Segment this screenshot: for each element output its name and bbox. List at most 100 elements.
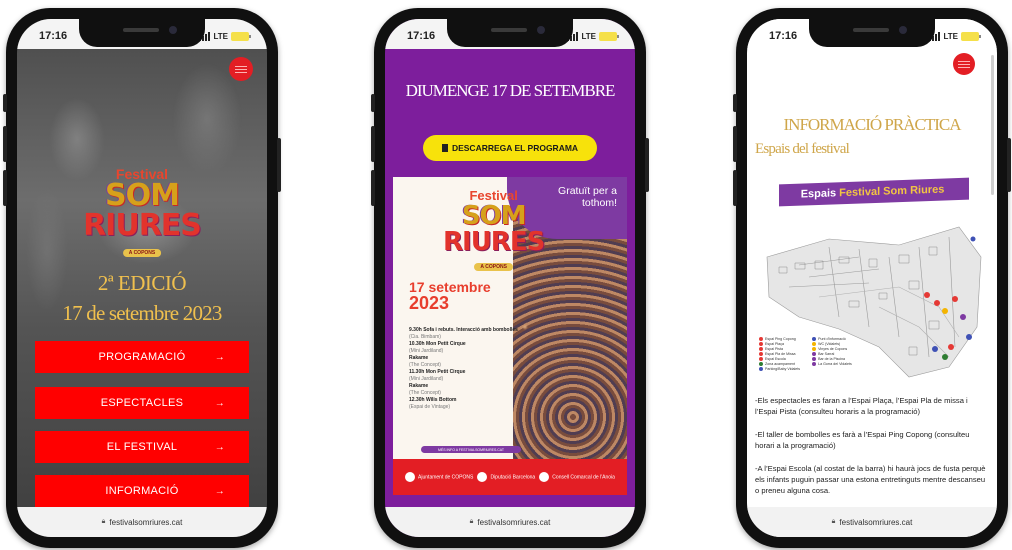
map-marker — [942, 354, 948, 360]
logo-som-text: SOM — [105, 178, 180, 213]
carrier-label: LTE — [581, 31, 596, 41]
festival-badge-icon[interactable] — [229, 57, 253, 81]
url-bar[interactable]: 🔒︎ festivalsomriures.cat — [385, 507, 635, 537]
notch — [79, 19, 205, 47]
carrier-label: LTE — [213, 31, 228, 41]
logo-riures-text: RIURES — [443, 227, 545, 257]
map-marker — [934, 300, 940, 306]
legend-column-right: Punt d'informació WC (Vidalets) Vinyes d… — [812, 337, 852, 372]
power-button — [277, 138, 281, 192]
info-paragraph: -Els espectacles es faran a l’Espai Plaç… — [755, 396, 968, 416]
festival-badge-icon[interactable] — [953, 53, 975, 75]
menu-button-informacio[interactable]: INFORMACIÓ → — [35, 475, 249, 507]
phone-mockup-programme: 17:16 LTE DIUMENGE 17 DE SETEMBRE DESCAR… — [371, 8, 649, 548]
notch — [809, 19, 935, 47]
arrow-right-icon: → — [214, 397, 225, 409]
mute-switch — [3, 94, 7, 112]
poster-sponsors: Ajuntament de COPONS Diputació Barcelona… — [393, 459, 627, 495]
volume-up-button — [733, 126, 737, 162]
menu-button-espectacles[interactable]: ESPECTACLES → — [35, 387, 249, 419]
map-marker — [952, 296, 958, 302]
battery-icon — [231, 31, 251, 41]
lock-icon: 🔒︎ — [469, 518, 474, 525]
logo-copons-tag: A COPONS — [122, 249, 162, 257]
url-text: festivalsomriures.cat — [839, 517, 913, 527]
volume-down-button — [733, 170, 737, 206]
status-time: 17:16 — [769, 30, 798, 42]
battery-icon — [961, 31, 981, 41]
schedule-item: 9.30h Sofa i rebuts. Interacció amb bomb… — [409, 327, 518, 340]
sponsor-consell: Consell Comarcal de l'Anoia — [539, 472, 615, 482]
info-paragraph: -El taller de bombolles es farà a l’Espa… — [755, 430, 970, 450]
map-marker — [970, 236, 976, 242]
festival-logo: Festival SOM RIURES A COPONS — [83, 167, 202, 259]
url-text: festivalsomriures.cat — [477, 517, 551, 527]
phone-screen: 17:16 LTE INFORMACIÓ PRÀCTICA Espais del… — [747, 19, 997, 537]
volume-up-button — [3, 126, 7, 162]
spaces-subheading: Espais del festival — [755, 141, 850, 157]
map-marker — [948, 344, 954, 350]
schedule-item: 10.30h Mon Petit Cirque (Mini Jardiland) — [409, 341, 466, 354]
phone-screen: 17:16 LTE Festival SOM RIURES A COPONS 2… — [17, 19, 267, 537]
status-time: 17:16 — [39, 30, 68, 42]
festival-date: 17 de setembre 2023 — [62, 301, 222, 325]
schedule-item: Rakame (The Concept) — [409, 355, 441, 368]
notch — [447, 19, 573, 47]
menu-label: INFORMACIÓ — [105, 485, 179, 497]
menu-button-el-festival[interactable]: EL FESTIVAL → — [35, 431, 249, 463]
logo-copons-tag: A COPONS — [474, 263, 513, 271]
phone-mockup-info: 17:16 LTE INFORMACIÓ PRÀCTICA Espais del… — [733, 8, 1011, 548]
info-heading: INFORMACIÓ PRÀCTICA — [783, 115, 962, 134]
menu-label: EL FESTIVAL — [106, 441, 178, 453]
programme-poster[interactable]: Gratuït per a tothom! Festival SOM RIURE… — [393, 177, 627, 495]
schedule-item: 11.30h Mon Petit Cirque (Mini Jardiland) — [409, 369, 466, 382]
poster-date-line2: 2023 — [409, 293, 450, 313]
arrow-right-icon: → — [214, 485, 225, 497]
info-paragraph: -A l’Espai Escola (al costat de la barra… — [755, 464, 986, 495]
shield-icon — [405, 472, 416, 482]
battery-icon — [599, 31, 619, 41]
schedule-item: Rakame (The Concept) — [409, 383, 441, 396]
download-label: DESCARREGA EL PROGRAMA — [451, 143, 579, 153]
map-marker — [932, 346, 938, 352]
logo-som-text: SOM — [461, 201, 527, 231]
menu-button-programacio[interactable]: PROGRAMACIÓ → — [35, 341, 249, 373]
status-icons: LTE — [567, 31, 619, 41]
legend-column-left: Espai Ping Copong Espai Plaça Espai Pist… — [759, 337, 800, 372]
day-heading: DIUMENGE 17 DE SETEMBRE — [405, 81, 616, 100]
status-time: 17:16 — [407, 30, 436, 42]
document-icon — [441, 144, 448, 152]
url-bar[interactable]: 🔒︎ festivalsomriures.cat — [747, 507, 997, 537]
edition-title: 2ª EDICIÓ — [97, 271, 187, 295]
menu-label: ESPECTACLES — [100, 397, 184, 409]
map-legend: Espai Ping Copong Espai Plaça Espai Pist… — [759, 337, 852, 372]
sponsor-diputacio: Diputació Barcelona — [477, 472, 535, 482]
lock-icon: 🔒︎ — [101, 518, 106, 525]
map-marker — [924, 292, 930, 298]
map-marker — [966, 334, 972, 340]
mute-switch — [733, 94, 737, 112]
url-text: festivalsomriures.cat — [109, 517, 183, 527]
status-icons: LTE — [929, 31, 981, 41]
power-button — [645, 138, 649, 192]
mute-switch — [371, 94, 375, 112]
logo-riures-text: RIURES — [83, 208, 202, 243]
power-button — [1007, 138, 1011, 192]
map-marker — [960, 314, 966, 320]
url-bar[interactable]: 🔒︎ festivalsomriures.cat — [17, 507, 267, 537]
arrow-right-icon: → — [214, 351, 225, 363]
volume-down-button — [3, 170, 7, 206]
schedule-item: 12.30h Wilis Bottom (Espai de Vintage) — [409, 397, 457, 410]
free-for-all-text: Gratuït per a tothom! — [558, 185, 617, 209]
poster-date: 17 setembre 2023 — [409, 279, 491, 313]
poster-web-link: MÉS INFO A FESTIVALSOMRIURES.CAT — [421, 446, 521, 453]
volume-down-button — [371, 170, 375, 206]
download-programme-button[interactable]: DESCARREGA EL PROGRAMA — [423, 135, 597, 161]
schedule-list: 9.30h Sofa i rebuts. Interacció amb bomb… — [409, 327, 539, 411]
spaces-banner: Espais Festival Som Riures — [779, 177, 969, 207]
status-icons: LTE — [199, 31, 251, 41]
carrier-label: LTE — [943, 31, 958, 41]
circle-logo-icon — [477, 472, 488, 482]
triangle-logo-icon — [539, 472, 550, 482]
phone-screen: 17:16 LTE DIUMENGE 17 DE SETEMBRE DESCAR… — [385, 19, 635, 537]
